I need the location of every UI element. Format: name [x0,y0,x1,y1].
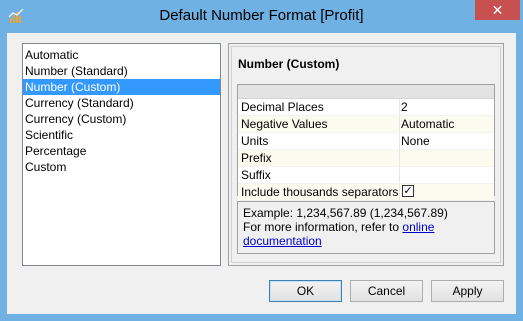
property-name: Units [241,134,269,148]
property-grid-header [238,85,494,99]
window-title: Default Number Format [Profit] [159,7,364,24]
format-list-item[interactable]: Custom [23,159,220,175]
property-value[interactable]: None [401,133,430,149]
details-title: Number (Custom) [238,57,340,71]
ok-button[interactable]: OK [269,280,342,302]
column-divider [399,167,400,183]
property-row[interactable]: Decimal Places 2 [238,99,494,116]
dialog-window: Default Number Format [Profit] ✕ Automat… [0,0,523,321]
property-name: Suffix [241,168,271,182]
format-list-item[interactable]: Currency (Custom) [23,111,220,127]
close-icon: ✕ [491,2,504,18]
dialog-body: Automatic Number (Standard) Number (Custom… [7,33,516,314]
property-row[interactable]: Suffix [238,167,494,184]
cancel-button[interactable]: Cancel [350,280,423,302]
apply-button[interactable]: Apply [431,280,504,302]
property-row[interactable]: Units None [238,133,494,150]
property-grid: Decimal Places 2 Negative Values Automatic U… [237,84,495,201]
online-documentation-link[interactable]: online [402,220,434,234]
column-divider [399,99,400,115]
column-divider [399,133,400,149]
property-value[interactable]: 2 [401,99,408,115]
column-divider [399,116,400,132]
close-button[interactable]: ✕ [475,0,520,20]
format-list-item[interactable]: Automatic [23,47,220,63]
format-details-panel: Number (Custom) Decimal Places 2 Negative … [228,43,504,266]
format-list-item[interactable]: Currency (Standard) [23,95,220,111]
property-name: Include thousands separators [241,185,399,199]
format-type-list[interactable]: Automatic Number (Standard) Number (Custom… [22,43,221,266]
property-name: Prefix [241,151,272,165]
format-list-item[interactable]: Number (Standard) [23,63,220,79]
format-list-item[interactable]: Scientific [23,127,220,143]
online-documentation-link-cont[interactable]: documentation [243,234,322,248]
format-list-item[interactable]: Percentage [23,143,220,159]
property-row[interactable]: Include thousands separators ✓ [238,184,494,201]
thousands-separator-checkbox[interactable]: ✓ [402,185,414,197]
property-row[interactable]: Negative Values Automatic [238,116,494,133]
property-value[interactable]: Automatic [401,116,454,132]
example-text: Example: 1,234,567.89 (1,234,567.89) [243,206,448,220]
property-row[interactable]: Prefix [238,150,494,167]
property-name: Negative Values [241,117,328,131]
column-divider [399,184,400,200]
example-box: Example: 1,234,567.89 (1,234,567.89) For… [237,201,495,254]
column-divider [399,150,400,166]
property-name: Decimal Places [241,100,324,114]
info-text: For more information, refer to [243,220,403,234]
title-bar[interactable]: Default Number Format [Profit] ✕ [0,0,523,34]
format-list-item[interactable]: Number (Custom) [23,79,220,95]
